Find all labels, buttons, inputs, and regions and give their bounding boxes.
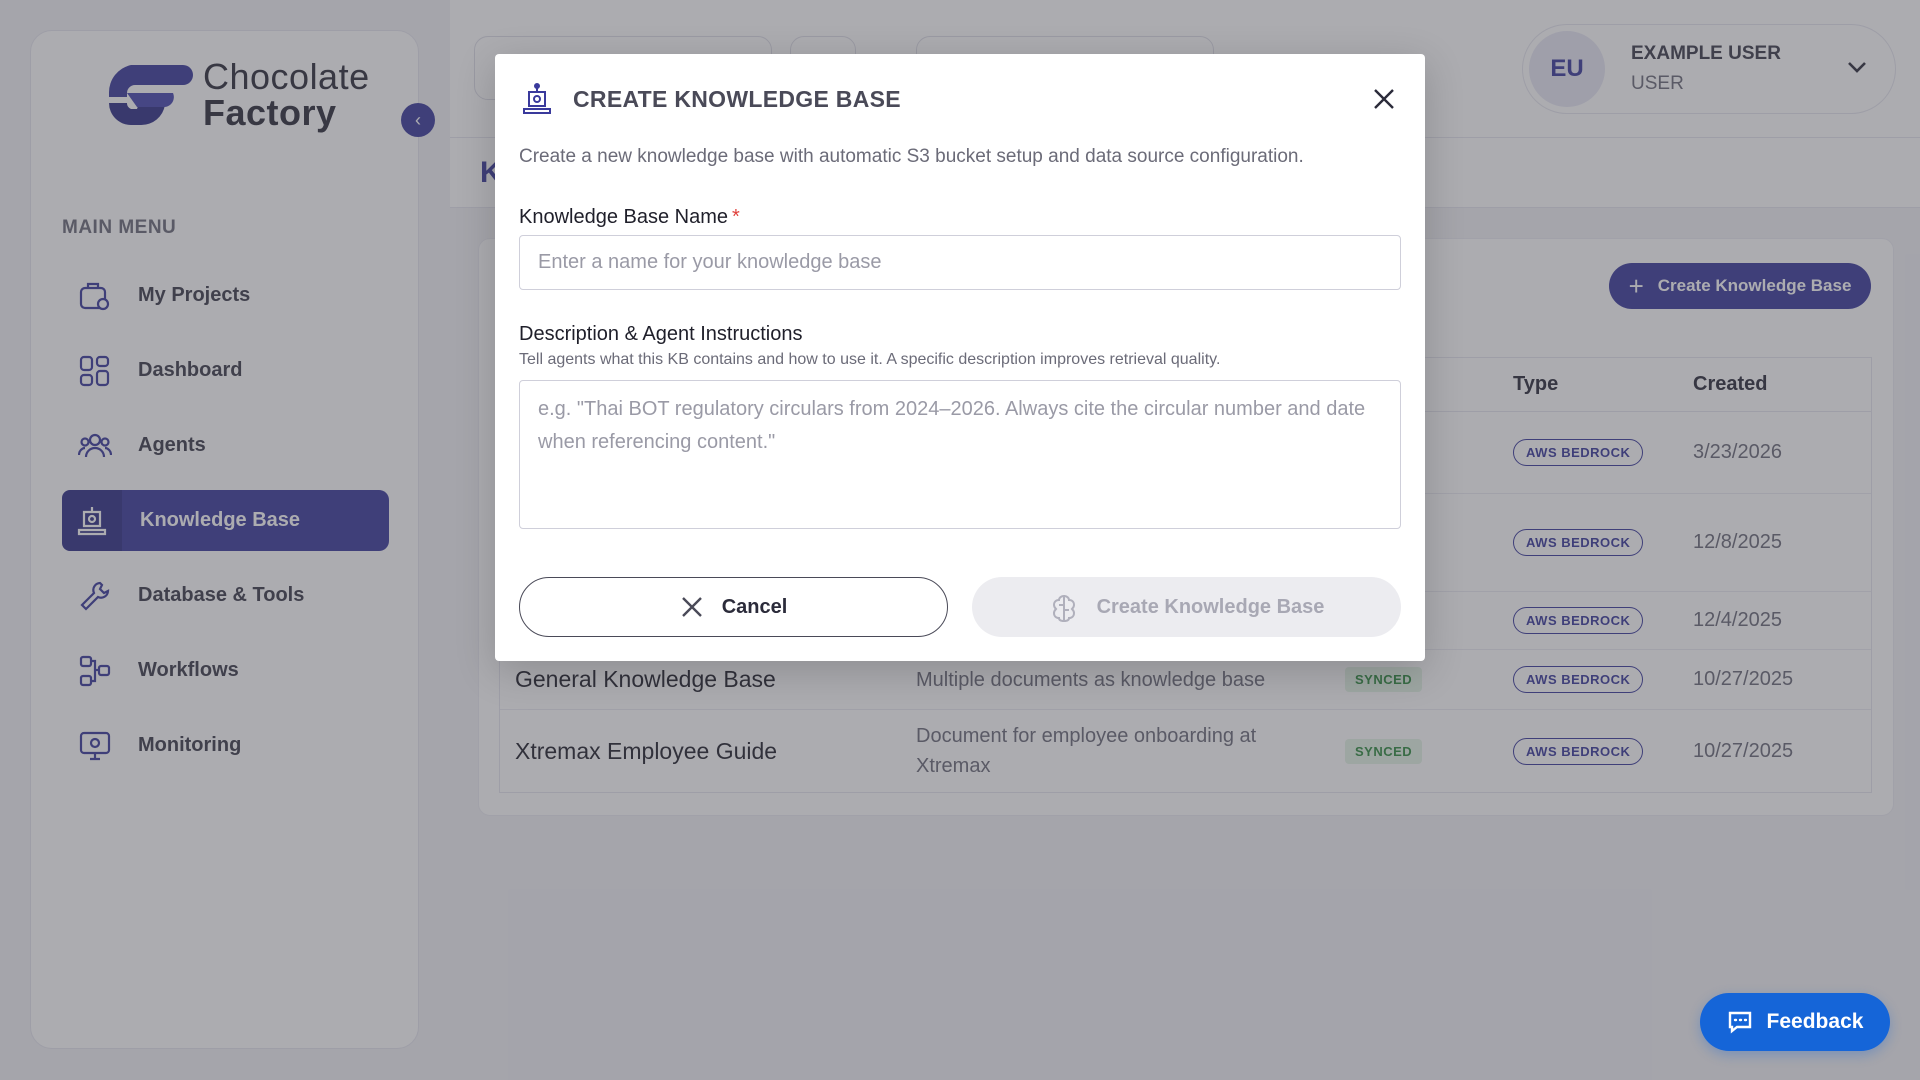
- close-icon: [1374, 89, 1394, 109]
- knowledge-base-name-input[interactable]: [519, 235, 1401, 290]
- brain-icon: [1052, 594, 1075, 622]
- description-field-label: Description & Agent Instructions: [519, 323, 803, 345]
- knowledge-base-icon: [523, 83, 551, 114]
- description-textarea[interactable]: [519, 380, 1401, 529]
- feedback-button[interactable]: Feedback: [1700, 993, 1890, 1051]
- dialog-header: CREATE KNOWLEDGE BASE: [521, 82, 901, 116]
- submit-button-label: Create Knowledge Base: [1096, 595, 1325, 618]
- chat-icon: [1728, 1011, 1751, 1034]
- feedback-label: Feedback: [1766, 1010, 1864, 1033]
- name-field-label: Knowledge Base Name *: [519, 206, 740, 229]
- required-indicator: *: [732, 206, 740, 228]
- dialog-title: CREATE KNOWLEDGE BASE: [573, 85, 901, 112]
- name-label-text: Knowledge Base Name: [519, 206, 729, 228]
- description-helper-text: Tell agents what this KB contains and ho…: [519, 351, 1221, 368]
- cancel-button[interactable]: Cancel: [519, 577, 948, 637]
- close-icon: [681, 597, 702, 617]
- create-knowledge-base-dialog: CREATE KNOWLEDGE BASE Create a new knowl…: [495, 54, 1425, 661]
- close-dialog-button[interactable]: [1369, 84, 1399, 114]
- cancel-button-label: Cancel: [721, 595, 788, 618]
- create-knowledge-base-submit-button[interactable]: Create Knowledge Base: [972, 577, 1401, 637]
- dialog-description: Create a new knowledge base with automat…: [519, 146, 1304, 167]
